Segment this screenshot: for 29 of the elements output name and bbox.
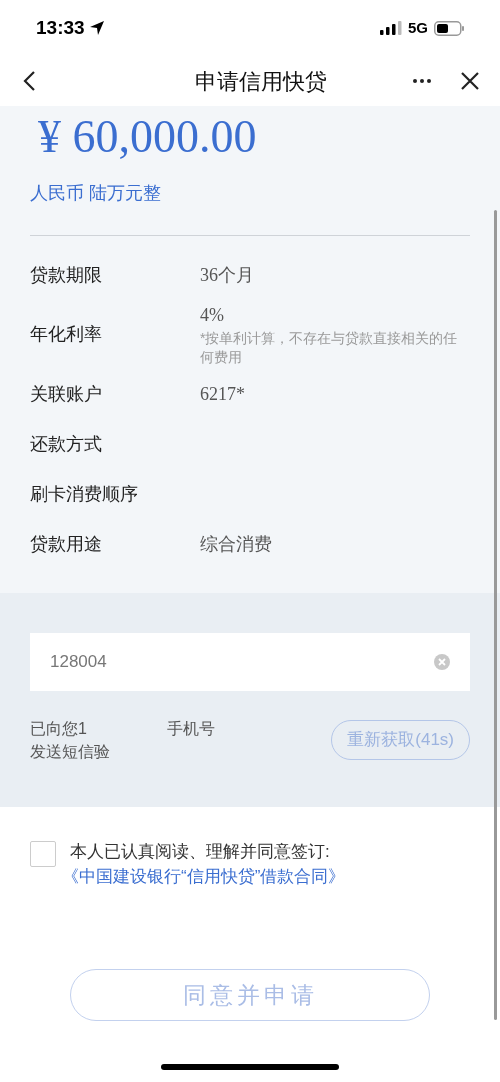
agreement-checkbox[interactable] — [30, 841, 56, 867]
signal-icon — [380, 21, 402, 35]
contract-link[interactable]: 《中国建设银行“信用快贷”借款合同》 — [62, 864, 346, 889]
status-time: 13:33 — [36, 15, 85, 40]
battery-icon — [434, 20, 464, 36]
detail-value: 36个月 — [200, 263, 255, 287]
detail-label: 关联账户 — [30, 382, 103, 406]
detail-label: 贷款用途 — [30, 532, 103, 556]
loan-amount: ¥ 60,000.00 — [37, 110, 258, 164]
detail-label: 还款方式 — [30, 432, 103, 456]
amount-in-words: 人民币 陆万元整 — [30, 182, 162, 205]
more-icon[interactable] — [412, 78, 432, 84]
network-label: 5G — [408, 17, 428, 38]
detail-value: 6217* — [200, 382, 246, 406]
detail-label: 刷卡消费顺序 — [30, 482, 139, 506]
page-title: 申请信用快贷 — [195, 67, 327, 96]
detail-value: 综合消费 — [200, 532, 273, 556]
detail-label: 年化利率 — [30, 323, 103, 346]
detail-note: *按单利计算，不存在与贷款直接相关的任何费用 — [200, 329, 459, 367]
scrollbar[interactable] — [494, 210, 497, 1020]
code-input-field[interactable]: 128004 — [30, 633, 470, 691]
close-icon[interactable] — [460, 71, 480, 91]
sms-hint: 发送短信验 — [30, 742, 111, 762]
agreement-text: 本人已认真阅读、理解并同意签订: — [70, 841, 331, 863]
detail-value: 4% — [200, 304, 225, 327]
sms-hint: 已向您1 — [30, 719, 87, 739]
detail-label: 贷款期限 — [30, 263, 103, 287]
sms-hint: 手机号 — [166, 719, 215, 739]
location-icon — [88, 20, 105, 36]
